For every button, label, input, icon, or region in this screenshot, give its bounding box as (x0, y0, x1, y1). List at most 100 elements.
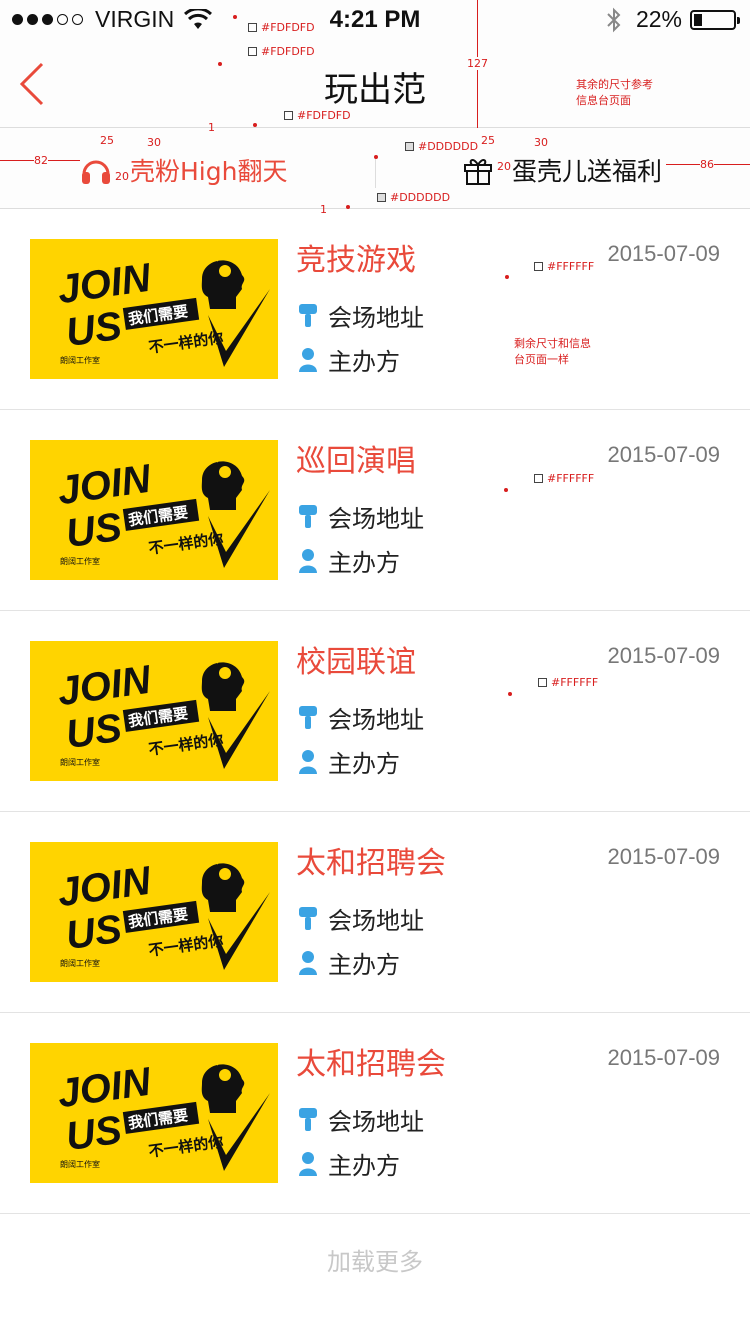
event-list-item[interactable]: JOIN US 我们需要 不一样的你 朗阔工作室 校园联谊 2015-07-09… (0, 611, 750, 812)
join-us-poster-image: JOIN US 我们需要 不一样的你 朗阔工作室 (30, 1043, 278, 1183)
event-host: 主办方 (298, 342, 400, 377)
annotation-dot (504, 488, 508, 492)
poster-text: US (63, 505, 124, 556)
annotation-color: #FDFDFD (248, 21, 315, 34)
event-date: 2015-07-09 (607, 643, 720, 668)
event-host: 主办方 (298, 744, 400, 779)
venue-label: 会场地址 (328, 907, 424, 935)
poster-text: US (63, 304, 124, 355)
person-icon (299, 950, 317, 975)
event-venue: 会场地址 (298, 298, 424, 333)
battery-icon (690, 9, 740, 30)
annotation-dot (508, 692, 512, 696)
battery-status: 22% (606, 6, 740, 33)
location-pin-icon (299, 303, 317, 327)
tab-high-fantian[interactable]: 壳粉High翻天 (80, 150, 287, 190)
venue-label: 会场地址 (328, 304, 424, 332)
host-label: 主办方 (328, 750, 400, 778)
event-host: 主办方 (298, 1146, 400, 1181)
annotation-dimension: 25 (481, 134, 495, 147)
event-thumbnail: JOIN US 我们需要 不一样的你 朗阔工作室 (30, 842, 278, 982)
tab-label: 壳粉High翻天 (130, 157, 288, 186)
poster-text: 朗阔工作室 (60, 1159, 100, 1169)
battery-percent: 22% (635, 6, 682, 32)
event-date: 2015-07-09 (607, 442, 720, 467)
person-icon (299, 548, 317, 573)
event-thumbnail: JOIN US 我们需要 不一样的你 朗阔工作室 (30, 641, 278, 781)
person-icon (299, 749, 317, 774)
load-more-button[interactable]: 加载更多 (0, 1214, 750, 1314)
location-pin-icon (299, 1107, 317, 1131)
event-thumbnail: JOIN US 我们需要 不一样的你 朗阔工作室 (30, 440, 278, 580)
event-date: 2015-07-09 (607, 241, 720, 266)
poster-text: 朗阔工作室 (60, 757, 100, 767)
annotation-color: #DDDDDD (405, 140, 478, 153)
location-pin-icon (299, 504, 317, 528)
join-us-poster-image: JOIN US 我们需要 不一样的你 朗阔工作室 (30, 440, 278, 580)
headphones-icon (82, 160, 110, 184)
event-thumbnail: JOIN US 我们需要 不一样的你 朗阔工作室 (30, 239, 278, 379)
annotation-color: #FFFFFF (534, 472, 594, 485)
annotation-color: #FDFDFD (248, 45, 315, 58)
tab-divider (375, 158, 376, 188)
event-date: 2015-07-09 (607, 844, 720, 869)
annotation-note: 剩余尺寸和信息 台页面一样 (514, 337, 591, 366)
annotation-note: 其余的尺寸参考 信息台页面 (576, 78, 653, 107)
annotation-dimension: 30 (147, 136, 161, 149)
event-host: 主办方 (298, 945, 400, 980)
join-us-poster-image: JOIN US 我们需要 不一样的你 朗阔工作室 (30, 239, 278, 379)
annotation-dot (218, 62, 222, 66)
annotation-dimension: 20 (115, 170, 129, 183)
event-list: JOIN US 我们需要 不一样的你 朗阔工作室 竞技游戏 2015-07-09… (0, 209, 750, 1214)
event-list-item[interactable]: JOIN US 我们需要 不一样的你 朗阔工作室 太和招聘会 2015-07-0… (0, 1013, 750, 1214)
annotation-color: #DDDDDD (377, 191, 450, 204)
person-icon (299, 1151, 317, 1176)
annotation-dimension: 82 (34, 154, 48, 167)
event-venue: 会场地址 (298, 1102, 424, 1137)
annotation-dimension: 1 (320, 203, 327, 216)
location-pin-icon (299, 906, 317, 930)
poster-text: US (63, 1108, 124, 1159)
poster-text: US (63, 907, 124, 958)
host-label: 主办方 (328, 1152, 400, 1180)
host-label: 主办方 (328, 348, 400, 376)
event-title: 太和招聘会 (296, 1047, 446, 1082)
event-title: 太和招聘会 (296, 846, 446, 881)
event-host: 主办方 (298, 543, 400, 578)
event-list-item[interactable]: JOIN US 我们需要 不一样的你 朗阔工作室 太和招聘会 2015-07-0… (0, 812, 750, 1013)
location-pin-icon (299, 705, 317, 729)
annotation-color: #FDFDFD (284, 109, 351, 122)
event-venue: 会场地址 (298, 700, 424, 735)
poster-text: US (63, 706, 124, 757)
event-title: 巡回演唱 (296, 444, 416, 479)
event-venue: 会场地址 (298, 901, 424, 936)
annotation-dimension: 20 (497, 160, 511, 173)
annotation-dot (505, 275, 509, 279)
event-list-item[interactable]: JOIN US 我们需要 不一样的你 朗阔工作室 竞技游戏 2015-07-09… (0, 209, 750, 410)
annotation-color: #FFFFFF (538, 676, 598, 689)
bluetooth-icon (607, 7, 621, 32)
poster-text: 朗阔工作室 (60, 958, 100, 968)
poster-text: 朗阔工作室 (60, 556, 100, 566)
gift-icon (464, 159, 492, 185)
annotation-dot (233, 15, 237, 19)
tab-label: 蛋壳儿送福利 (512, 157, 663, 186)
annotation-dimension: 25 (100, 134, 114, 147)
event-list-item[interactable]: JOIN US 我们需要 不一样的你 朗阔工作室 巡回演唱 2015-07-09… (0, 410, 750, 611)
annotation-dimension: 127 (467, 57, 488, 70)
join-us-poster-image: JOIN US 我们需要 不一样的你 朗阔工作室 (30, 641, 278, 781)
person-icon (299, 347, 317, 372)
annotation-dimension: 30 (534, 136, 548, 149)
annotation-dot (346, 205, 350, 209)
host-label: 主办方 (328, 951, 400, 979)
tab-welfare[interactable]: 蛋壳儿送福利 (462, 150, 662, 190)
poster-text: 朗阔工作室 (60, 355, 100, 365)
event-thumbnail: JOIN US 我们需要 不一样的你 朗阔工作室 (30, 1043, 278, 1183)
annotation-dot (374, 155, 378, 159)
annotation-dot (253, 123, 257, 127)
venue-label: 会场地址 (328, 505, 424, 533)
status-bar: VIRGIN 4:21 PM 22% (0, 0, 750, 40)
host-label: 主办方 (328, 549, 400, 577)
event-venue: 会场地址 (298, 499, 424, 534)
event-title: 竞技游戏 (296, 243, 416, 278)
